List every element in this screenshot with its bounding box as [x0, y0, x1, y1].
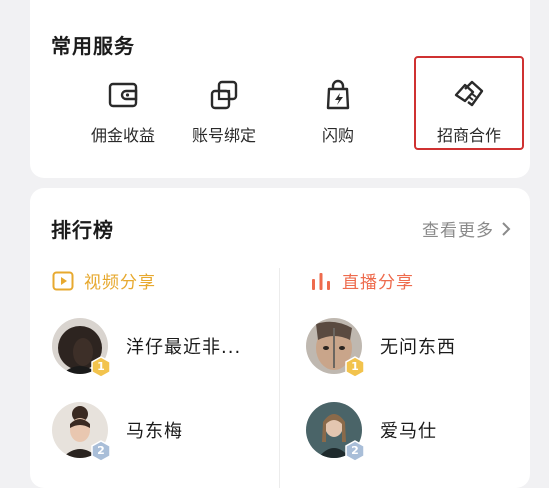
live-bars-icon — [312, 272, 330, 290]
avatar: 2 — [52, 402, 111, 462]
tab-live-share[interactable]: 直播分享 — [310, 268, 414, 293]
services-card: 常用服务 佣金收益 账号绑定 闪购 招商合作 — [30, 0, 530, 178]
live-rank-name-1: 无问东西 — [380, 337, 456, 358]
tab-video-share[interactable]: 视频分享 — [52, 268, 156, 293]
account-binding-label: 账号绑定 — [191, 126, 256, 145]
flash-sale-label: 闪购 — [321, 126, 354, 145]
account-binding-button[interactable]: 账号绑定 — [169, 78, 279, 146]
commission-earnings-button[interactable]: 佣金收益 — [68, 78, 178, 146]
services-row: 佣金收益 账号绑定 闪购 招商合作 — [30, 56, 530, 158]
ranking-title: 排行榜 — [51, 218, 114, 242]
video-rank-item-1[interactable]: 1 洋仔最近非... — [52, 318, 242, 378]
rank-badge-gold: 1 — [90, 356, 112, 378]
chevron-right-icon — [502, 221, 511, 236]
rank-badge-gold: 1 — [344, 356, 366, 378]
video-share-label: 视频分享 — [84, 273, 156, 293]
business-cooperation-label: 招商合作 — [436, 126, 501, 145]
live-rank-item-2[interactable]: 2 爱马仕 — [306, 402, 437, 462]
avatar: 1 — [52, 318, 111, 378]
ranking-card: 排行榜 查看更多 视频分享 直播分享 1 洋仔最近非... 2 马东梅 1 无问… — [30, 188, 530, 488]
handshake-icon — [454, 80, 484, 107]
services-title: 常用服务 — [51, 34, 135, 58]
live-rank-item-1[interactable]: 1 无问东西 — [306, 318, 456, 378]
avatar: 1 — [306, 318, 365, 378]
column-divider — [279, 268, 280, 488]
wallet-icon — [108, 82, 138, 108]
commission-earnings-label: 佣金收益 — [90, 126, 155, 145]
rank-badge-silver: 2 — [90, 440, 112, 462]
play-icon — [52, 271, 74, 290]
video-rank-item-2[interactable]: 2 马东梅 — [52, 402, 183, 462]
video-rank-name-2: 马东梅 — [126, 421, 183, 442]
video-rank-name-1: 洋仔最近非... — [126, 337, 242, 358]
flash-bag-icon — [326, 79, 350, 110]
rank-badge-silver: 2 — [344, 440, 366, 462]
avatar: 2 — [306, 402, 365, 462]
link-accounts-icon — [210, 80, 238, 110]
view-more-link[interactable]: 查看更多 — [422, 216, 512, 241]
flash-sale-button[interactable]: 闪购 — [283, 78, 393, 146]
live-rank-name-2: 爱马仕 — [380, 421, 437, 442]
business-cooperation-button[interactable]: 招商合作 — [414, 56, 524, 150]
live-share-label: 直播分享 — [342, 273, 414, 293]
view-more-label: 查看更多 — [422, 221, 494, 241]
